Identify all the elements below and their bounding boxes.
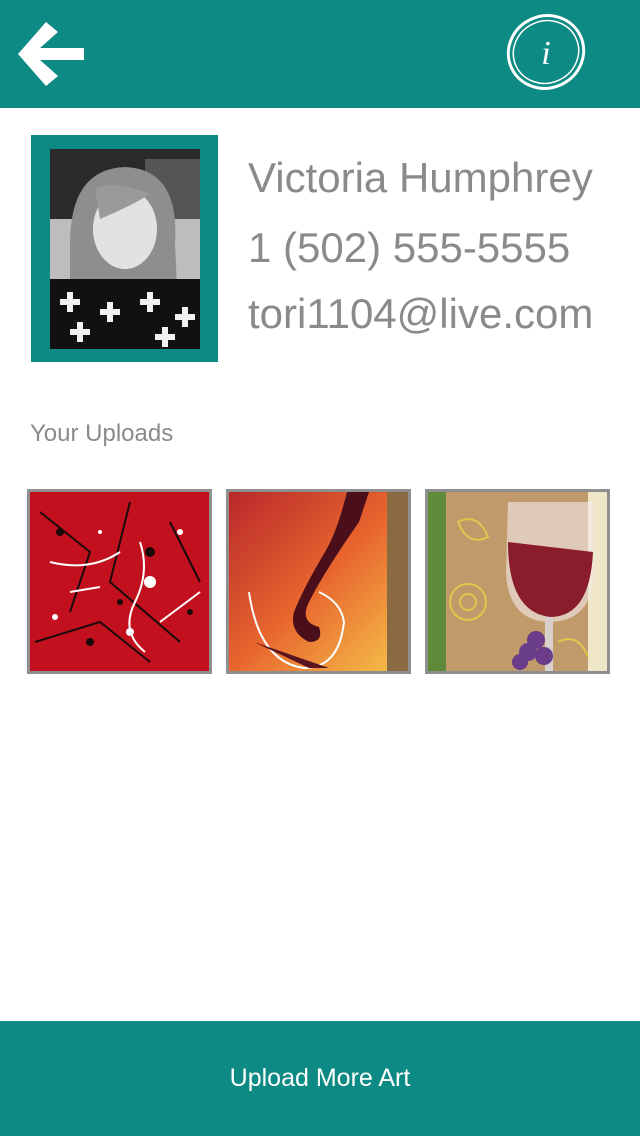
upload-thumbnail-3[interactable] [425, 489, 610, 674]
arrow-left-icon [18, 22, 84, 86]
profile-email[interactable]: tori1104@live.com [248, 290, 593, 338]
info-logo-icon[interactable]: i [500, 8, 592, 98]
avatar [50, 149, 200, 349]
upload-more-art-button[interactable]: Upload More Art [0, 1021, 640, 1136]
upload-thumbnail-1[interactable] [27, 489, 212, 674]
profile-avatar-frame [31, 135, 218, 362]
profile-phone[interactable]: 1 (502) 555-5555 [248, 224, 570, 272]
back-button[interactable] [8, 12, 92, 96]
uploads-section-title: Your Uploads [30, 420, 174, 447]
upload-thumbnail-2[interactable] [226, 489, 411, 674]
top-bar: i [0, 0, 640, 108]
profile-name: Victoria Humphrey [248, 154, 593, 201]
logo-letter: i [541, 35, 550, 72]
